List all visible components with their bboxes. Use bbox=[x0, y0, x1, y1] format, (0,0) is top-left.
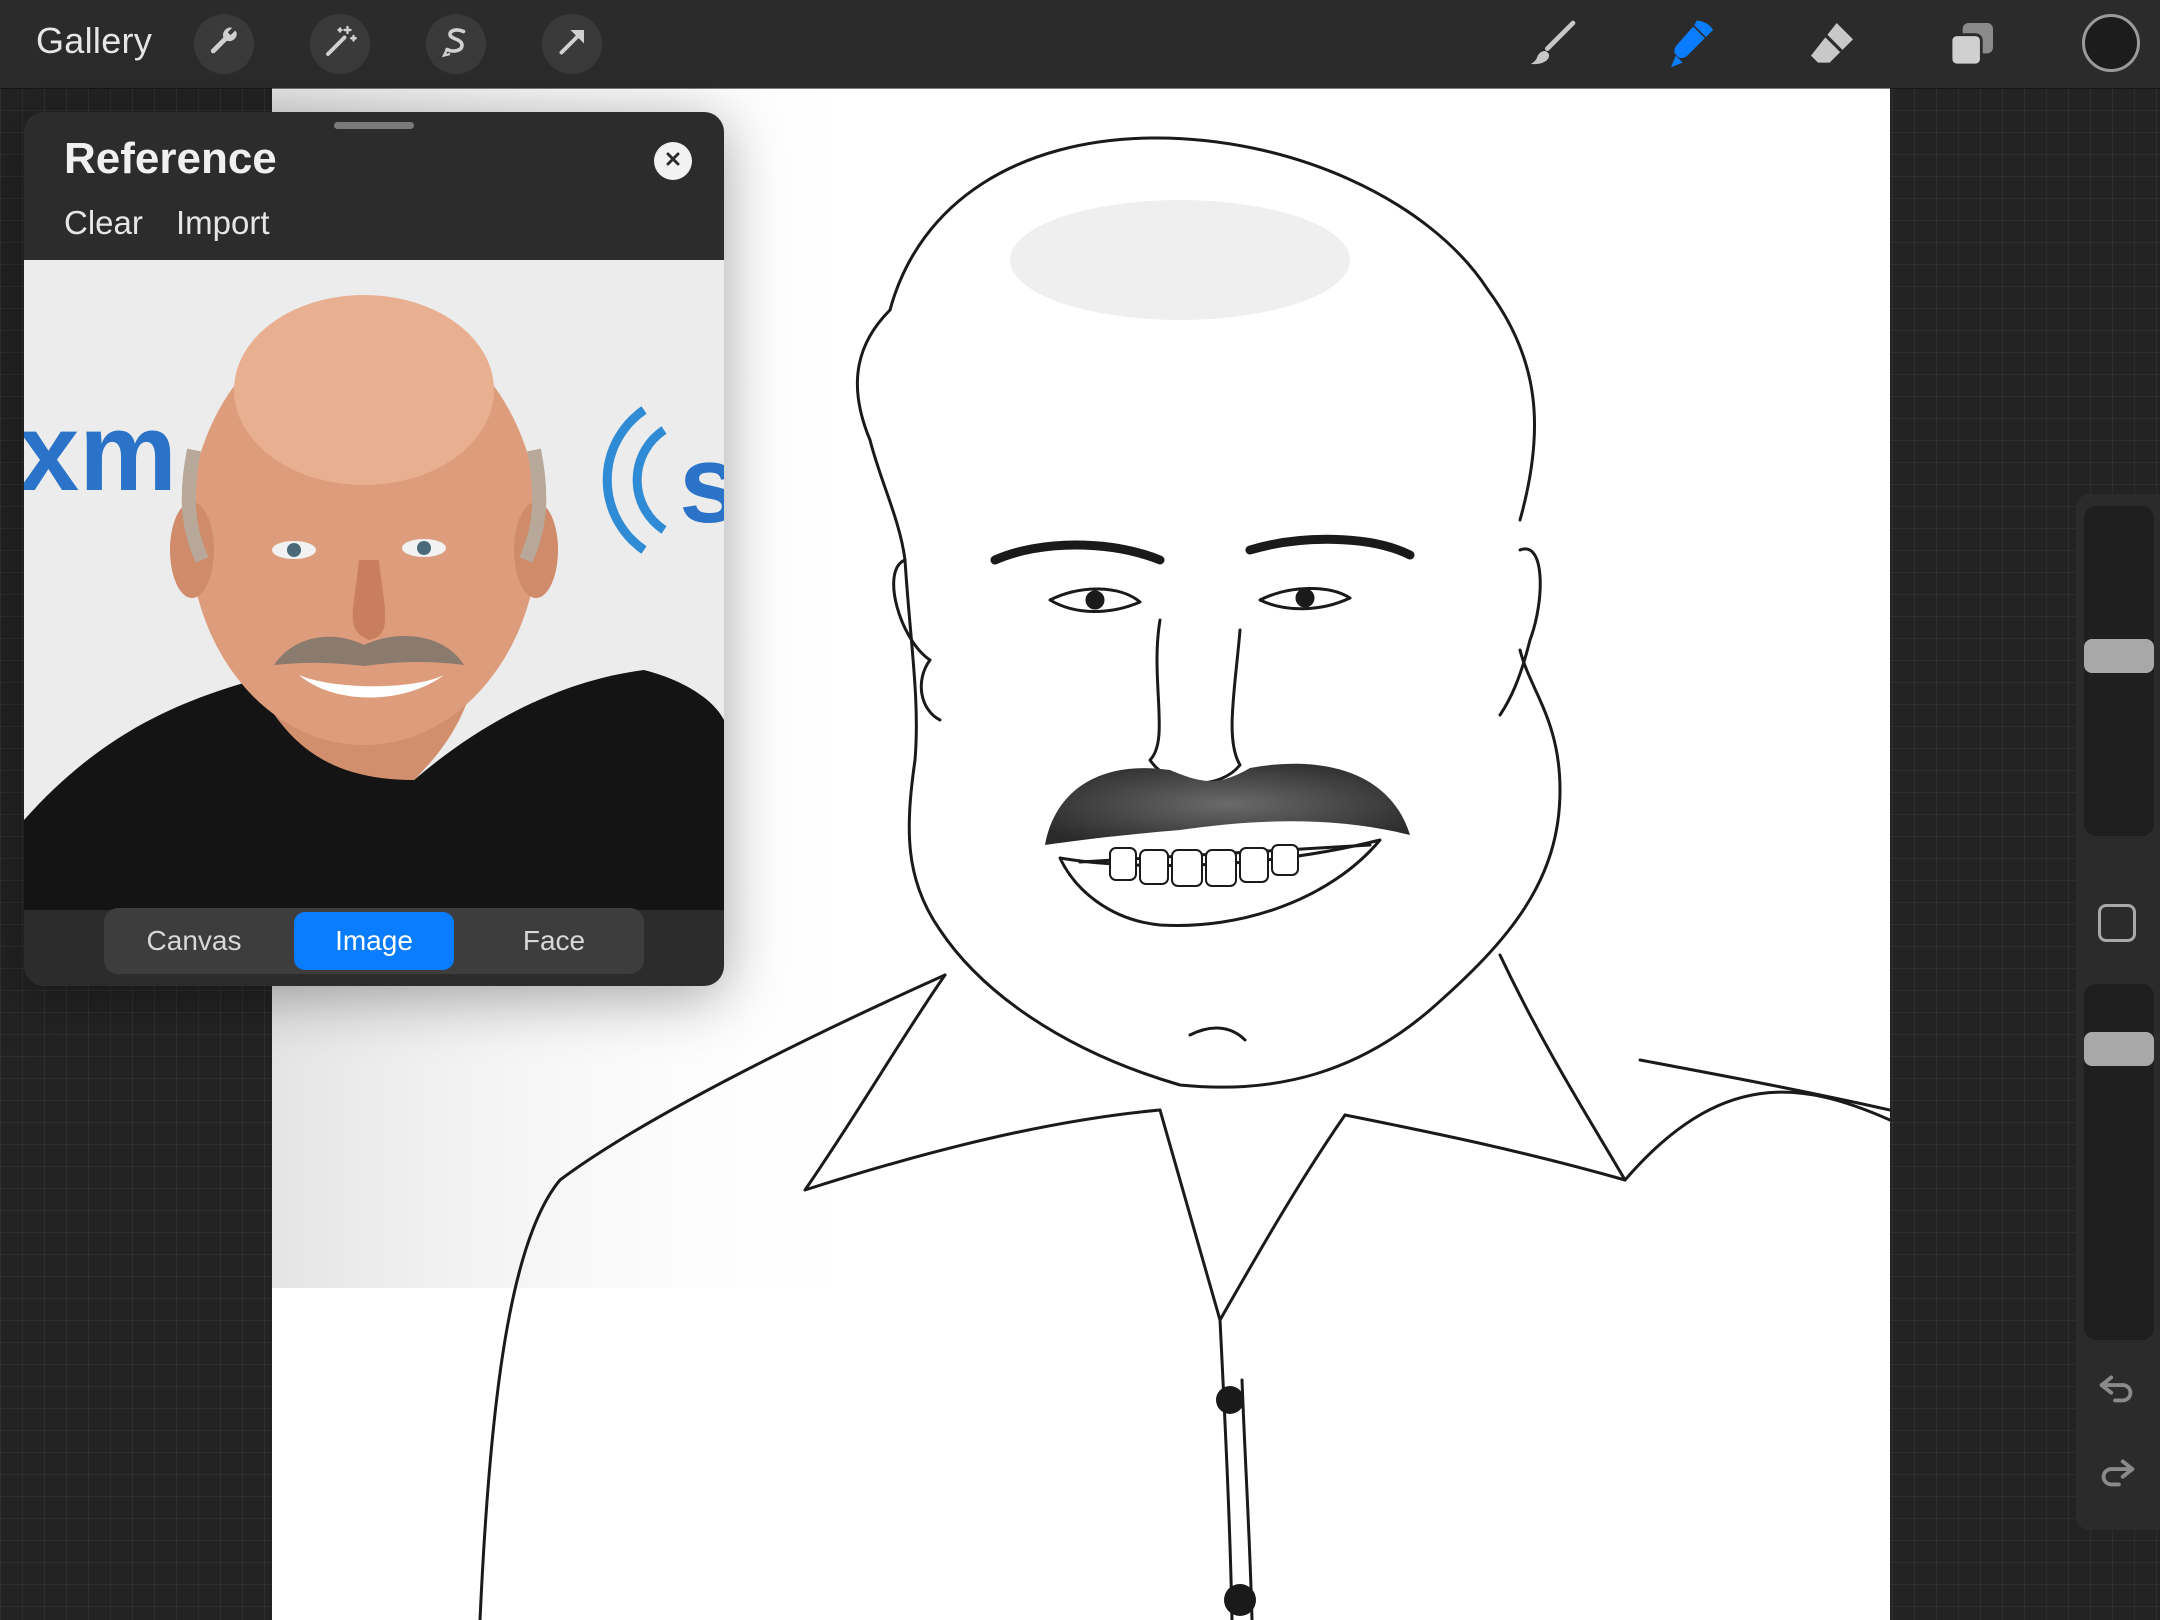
modifier-square-icon[interactable] bbox=[2098, 904, 2136, 942]
smudge-icon bbox=[1664, 16, 1720, 77]
import-button[interactable]: Import bbox=[176, 204, 270, 242]
actions-wrench-button[interactable] bbox=[194, 14, 254, 74]
redo-icon bbox=[2094, 1459, 2140, 1498]
layers-icon bbox=[1944, 16, 2000, 77]
reference-panel[interactable]: Reference Clear Import xm s Canvas Image… bbox=[24, 112, 724, 986]
reference-mode-control: Canvas Image Face bbox=[104, 908, 644, 974]
head-shading bbox=[1010, 200, 1350, 320]
brush-size-thumb[interactable] bbox=[2084, 639, 2154, 674]
panel-title: Reference bbox=[64, 134, 277, 183]
panel-drag-handle[interactable] bbox=[334, 122, 414, 129]
backdrop-logo-right: s bbox=[679, 423, 724, 546]
transform-button[interactable] bbox=[542, 14, 602, 74]
redo-button[interactable] bbox=[2094, 1448, 2140, 1494]
top-toolbar: Gallery bbox=[0, 0, 2160, 88]
gallery-button[interactable]: Gallery bbox=[36, 20, 152, 62]
selection-icon bbox=[438, 24, 474, 65]
mode-face[interactable]: Face bbox=[468, 912, 640, 970]
undo-icon bbox=[2094, 1375, 2140, 1414]
reference-image[interactable]: xm s bbox=[24, 260, 724, 910]
shirt-button bbox=[1216, 1386, 1244, 1414]
eraser-icon bbox=[1804, 16, 1860, 77]
procreate-app: Gallery Reference Clear Import xm s Canv… bbox=[0, 0, 2160, 1620]
brush-icon bbox=[1524, 16, 1580, 77]
right-sidebar bbox=[2076, 494, 2160, 1530]
close-button[interactable] bbox=[654, 142, 692, 180]
selection-button[interactable] bbox=[426, 14, 486, 74]
undo-button[interactable] bbox=[2094, 1364, 2140, 1410]
magic-wand-icon bbox=[322, 24, 358, 65]
reference-photo: xm s bbox=[24, 260, 724, 910]
mode-image[interactable]: Image bbox=[294, 912, 454, 970]
adjustments-button[interactable] bbox=[310, 14, 370, 74]
color-picker-button[interactable] bbox=[2082, 14, 2140, 72]
shirt-button bbox=[1224, 1584, 1256, 1616]
opacity-thumb[interactable] bbox=[2084, 1032, 2154, 1067]
layers-button[interactable] bbox=[1940, 14, 2004, 78]
close-icon bbox=[663, 149, 683, 174]
mode-canvas[interactable]: Canvas bbox=[108, 912, 280, 970]
smudge-tool-button[interactable] bbox=[1660, 14, 1724, 78]
wrench-icon bbox=[206, 24, 242, 65]
transform-arrow-icon bbox=[554, 24, 590, 65]
backdrop-logo-left: xm bbox=[24, 391, 177, 514]
clear-button[interactable]: Clear bbox=[64, 204, 143, 242]
eraser-tool-button[interactable] bbox=[1800, 14, 1864, 78]
brush-tool-button[interactable] bbox=[1520, 14, 1584, 78]
